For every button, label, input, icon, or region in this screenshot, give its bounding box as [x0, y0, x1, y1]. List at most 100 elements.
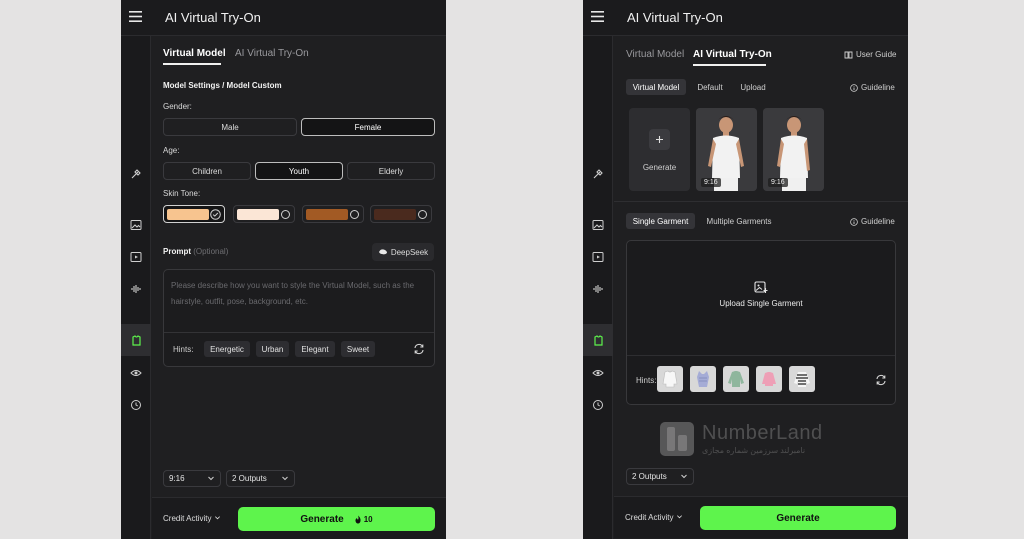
- hint-chip-elegant[interactable]: Elegant: [295, 341, 335, 357]
- rail-item-magic[interactable]: [121, 163, 151, 185]
- refresh-icon[interactable]: [875, 374, 887, 386]
- aspect-ratio-value: 9:16: [169, 474, 185, 483]
- model-thumbnail-1[interactable]: 9:16: [696, 108, 757, 191]
- lace-top-icon: [697, 371, 709, 387]
- deepseek-label: DeepSeek: [390, 247, 429, 257]
- age-elderly-button[interactable]: Elderly: [347, 162, 435, 180]
- rail-item-history[interactable]: [583, 394, 613, 416]
- credit-activity-dropdown[interactable]: Credit Activity: [625, 513, 683, 522]
- garment-tab-multiple[interactable]: Multiple Garments: [701, 213, 777, 229]
- chevron-down-icon: [676, 515, 682, 519]
- user-guide-link[interactable]: User Guide: [844, 50, 896, 59]
- credit-cost: 10: [354, 515, 373, 524]
- prompt-label: Prompt: [163, 247, 191, 256]
- eye-icon: [592, 370, 604, 376]
- plus-icon: [649, 129, 670, 150]
- watermark-brand: NumberLand: [702, 422, 823, 444]
- refresh-icon[interactable]: [413, 343, 425, 355]
- tab-ai-virtual-try-on[interactable]: AI Virtual Try-On: [693, 49, 772, 60]
- tab-ai-virtual-try-on[interactable]: AI Virtual Try-On: [235, 48, 309, 59]
- divider: [614, 201, 908, 202]
- hint-garment-striped-sweater[interactable]: [789, 366, 815, 392]
- gender-female-button[interactable]: Female: [301, 118, 435, 136]
- rail-item-tryon[interactable]: [583, 324, 613, 356]
- sweater-icon: [728, 371, 744, 387]
- model-tab-upload[interactable]: Upload: [733, 79, 773, 95]
- rail-item-video[interactable]: [121, 246, 151, 268]
- age-youth-button[interactable]: Youth: [255, 162, 343, 180]
- side-rail: [121, 36, 151, 539]
- prompt-heading: Prompt (Optional): [163, 247, 228, 256]
- hint-garment-pink-jacket[interactable]: [756, 366, 782, 392]
- rail-item-audio[interactable]: [121, 278, 151, 300]
- numberland-logo-icon: [660, 422, 694, 456]
- aspect-ratio-select[interactable]: 9:16: [163, 470, 221, 487]
- guideline-link[interactable]: Guideline: [850, 83, 895, 92]
- rail-item-video[interactable]: [583, 246, 613, 268]
- outputs-value: 2 Outputs: [632, 472, 667, 481]
- skin-tone-option-1[interactable]: [163, 205, 225, 223]
- radio-circle-icon: [350, 210, 359, 219]
- section-title: Model Settings / Model Custom: [163, 81, 282, 90]
- credit-activity-dropdown[interactable]: Credit Activity: [163, 514, 221, 523]
- top-bar: AI Virtual Try-On: [583, 0, 908, 36]
- hint-garment-green-sweater[interactable]: [723, 366, 749, 392]
- history-clock-icon: [593, 400, 603, 410]
- tab-virtual-model[interactable]: Virtual Model: [163, 48, 226, 59]
- hint-garment-white-top[interactable]: [657, 366, 683, 392]
- checkmark-circle-icon: [210, 209, 221, 220]
- audio-wave-icon: [131, 285, 141, 293]
- aspect-badge: 9:16: [701, 178, 721, 187]
- upload-label: Upload Single Garment: [719, 299, 803, 308]
- generate-button[interactable]: Generate: [700, 506, 896, 530]
- credit-activity-label: Credit Activity: [163, 514, 212, 523]
- deepseek-button[interactable]: DeepSeek: [372, 243, 434, 261]
- tab-virtual-model[interactable]: Virtual Model: [626, 49, 684, 60]
- hint-chip-sweet[interactable]: Sweet: [341, 341, 375, 357]
- rail-item-tryon[interactable]: [121, 324, 151, 356]
- guideline-link[interactable]: Guideline: [850, 217, 895, 226]
- chevron-down-icon: [282, 476, 288, 481]
- hint-chip-urban[interactable]: Urban: [256, 341, 289, 357]
- outputs-select[interactable]: 2 Outputs: [626, 468, 694, 485]
- history-clock-icon: [131, 400, 141, 410]
- hamburger-menu-icon[interactable]: [129, 11, 142, 22]
- rail-item-history[interactable]: [121, 394, 151, 416]
- chevron-down-icon: [208, 476, 214, 481]
- skin-tone-label: Skin Tone:: [163, 189, 201, 198]
- prompt-textarea[interactable]: Please describe how you want to style th…: [163, 269, 435, 367]
- numberland-watermark: NumberLand نامبرلند سرزمین شماره مجازی: [658, 420, 830, 460]
- prompt-placeholder: Please describe how you want to style th…: [171, 281, 415, 306]
- outputs-value: 2 Outputs: [232, 474, 267, 483]
- skin-tone-option-4[interactable]: [370, 205, 432, 223]
- guideline-label: Guideline: [861, 83, 895, 92]
- generate-model-tile[interactable]: Generate: [629, 108, 690, 191]
- rail-item-eye[interactable]: [583, 362, 613, 384]
- audio-wave-icon: [593, 285, 603, 293]
- rail-item-image[interactable]: [583, 214, 613, 236]
- gender-male-button[interactable]: Male: [163, 118, 297, 136]
- book-icon: [844, 51, 853, 58]
- flame-icon: [355, 515, 361, 523]
- skin-tone-option-2[interactable]: [233, 205, 295, 223]
- app-title: AI Virtual Try-On: [627, 10, 723, 25]
- skin-tone-option-3[interactable]: [302, 205, 364, 223]
- hamburger-menu-icon[interactable]: [591, 11, 604, 22]
- aspect-badge: 9:16: [768, 178, 788, 187]
- generate-button[interactable]: Generate 10: [238, 507, 435, 531]
- rail-item-magic[interactable]: [583, 163, 613, 185]
- model-thumbnail-2[interactable]: 9:16: [763, 108, 824, 191]
- hint-chip-energetic[interactable]: Energetic: [204, 341, 250, 357]
- outputs-select[interactable]: 2 Outputs: [226, 470, 295, 487]
- upload-image-icon: [754, 281, 768, 293]
- model-tab-virtual-model[interactable]: Virtual Model: [626, 79, 686, 95]
- model-tab-default[interactable]: Default: [691, 79, 729, 95]
- hints-label: Hints:: [173, 345, 194, 354]
- rail-item-image[interactable]: [121, 214, 151, 236]
- rail-item-eye[interactable]: [121, 362, 151, 384]
- age-children-button[interactable]: Children: [163, 162, 251, 180]
- radio-circle-icon: [281, 210, 290, 219]
- garment-tab-single[interactable]: Single Garment: [626, 213, 695, 229]
- hint-garment-lace-top[interactable]: [690, 366, 716, 392]
- rail-item-audio[interactable]: [583, 278, 613, 300]
